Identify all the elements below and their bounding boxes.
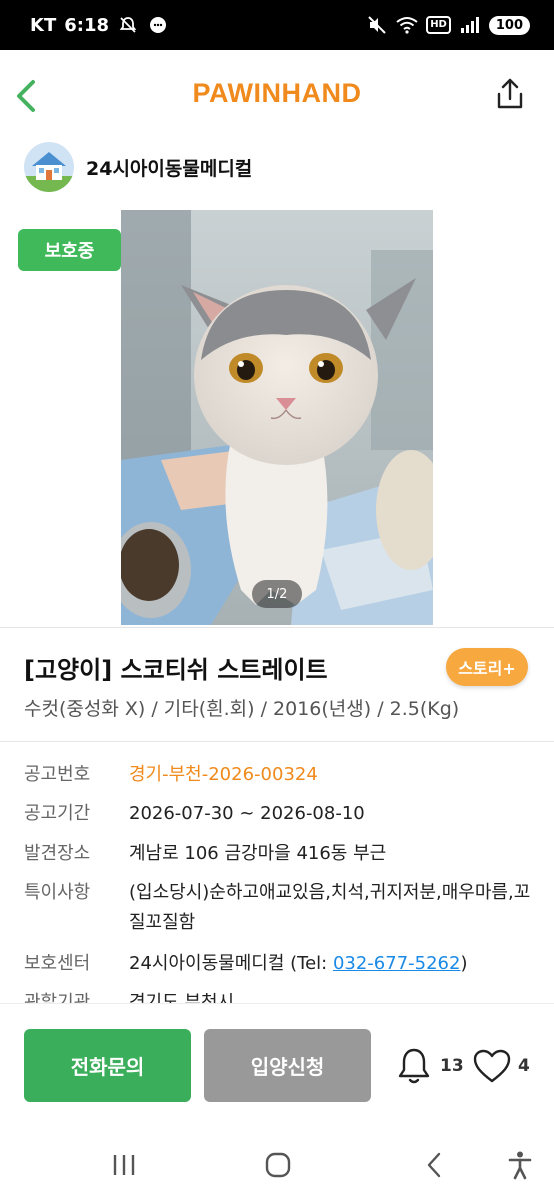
bell-icon[interactable]: [396, 1046, 432, 1086]
shelter-name: 24시아이동물메디컬: [86, 157, 253, 180]
home-icon: [265, 1152, 291, 1178]
found-place: 계남로 106 금강마을 416동 부근: [129, 843, 387, 864]
action-bar: 전화문의 입양신청 13 4: [0, 1003, 554, 1123]
hd-voice-icon: HD: [426, 16, 451, 34]
status-bar-left: KT 6:18: [30, 14, 169, 36]
accessibility-icon: [508, 1151, 532, 1180]
recent-apps-button[interactable]: [104, 1148, 144, 1182]
special-features: (입소당시)순하고애교있음,치석,귀지저분,매우마름,꼬질꼬질함: [129, 882, 531, 933]
notice-period: 2026-07-30 ~ 2026-08-10: [129, 803, 365, 824]
carrier-label: KT: [30, 14, 57, 36]
shelter-row[interactable]: 24시아이동물메디컬: [24, 142, 252, 192]
photo-page-indicator: 1/2: [252, 580, 302, 608]
like-count: 4: [518, 1056, 530, 1076]
info-row-center: 보호센터 24시아이동물메디컬 (Tel: 032-677-5262): [24, 949, 534, 979]
shelter-center: 24시아이동물메디컬 (Tel: 032-677-5262): [129, 949, 534, 979]
info-row-features: 특이사항 (입소당시)순하고애교있음,치석,귀지저분,매우마름,꼬질꼬질함: [24, 878, 534, 938]
info-label: 공고기간: [24, 803, 91, 824]
signal-icon: [459, 14, 481, 36]
info-label: 공고번호: [24, 764, 91, 785]
clock: 6:18: [64, 14, 110, 36]
recent-apps-icon: [113, 1155, 135, 1175]
bell-off-icon: [117, 14, 139, 36]
brand-logo: PAWINHAND: [192, 78, 362, 108]
info-row-period: 공고기간 2026-07-30 ~ 2026-08-10: [24, 799, 534, 829]
info-label: 관할기관: [24, 992, 91, 1003]
wifi-icon: [396, 14, 418, 36]
center-name: 24시아이동물메디컬 (Tel:: [129, 953, 333, 974]
info-section: 공고번호 경기-부천-2026-00324 공고기간 2026-07-30 ~ …: [0, 740, 554, 1003]
status-bar: KT 6:18 HD 100: [0, 0, 554, 50]
system-back-button[interactable]: [414, 1148, 454, 1182]
info-row-notice: 공고번호 경기-부천-2026-00324: [24, 760, 534, 790]
back-icon: [427, 1152, 441, 1178]
info-row-found: 발견장소 계남로 106 금강마을 416동 부근: [24, 839, 534, 869]
home-button[interactable]: [258, 1148, 298, 1182]
center-close: ): [460, 953, 468, 974]
agency: 경기도 부천시: [129, 992, 235, 1003]
animal-title: [고양이] 스코티쉬 스트레이트: [24, 656, 328, 684]
system-nav-bar: [0, 1130, 554, 1200]
status-bar-right: HD 100: [366, 14, 530, 36]
notice-number: 경기-부천-2026-00324: [129, 764, 318, 785]
divider: [0, 627, 554, 628]
story-button[interactable]: 스토리+: [446, 648, 528, 686]
mute-icon: [366, 14, 388, 36]
shelter-avatar: [24, 142, 74, 192]
chat-bubble-icon: [147, 14, 169, 36]
heart-icon[interactable]: [472, 1048, 512, 1084]
battery-level: 100: [488, 15, 530, 35]
app-header: PAWINHAND: [0, 50, 554, 140]
animal-summary: 수컷(중성화 X) / 기타(흰.회) / 2016(년생) / 2.5(Kg): [24, 698, 460, 720]
share-icon: [497, 78, 523, 109]
call-inquiry-button[interactable]: 전화문의: [24, 1029, 191, 1102]
animal-photo[interactable]: [121, 210, 433, 625]
phone-link[interactable]: 032-677-5262: [333, 953, 461, 974]
status-badge: 보호중: [18, 229, 121, 271]
adopt-request-button[interactable]: 입양신청: [204, 1029, 371, 1102]
info-label: 보호센터: [24, 953, 91, 974]
info-row-agency: 관할기관 경기도 부천시: [24, 988, 534, 1003]
info-label: 특이사항: [24, 882, 91, 903]
accessibility-button[interactable]: [500, 1148, 540, 1182]
share-button[interactable]: [494, 76, 526, 112]
bell-count: 13: [440, 1056, 464, 1076]
info-label: 발견장소: [24, 843, 91, 864]
